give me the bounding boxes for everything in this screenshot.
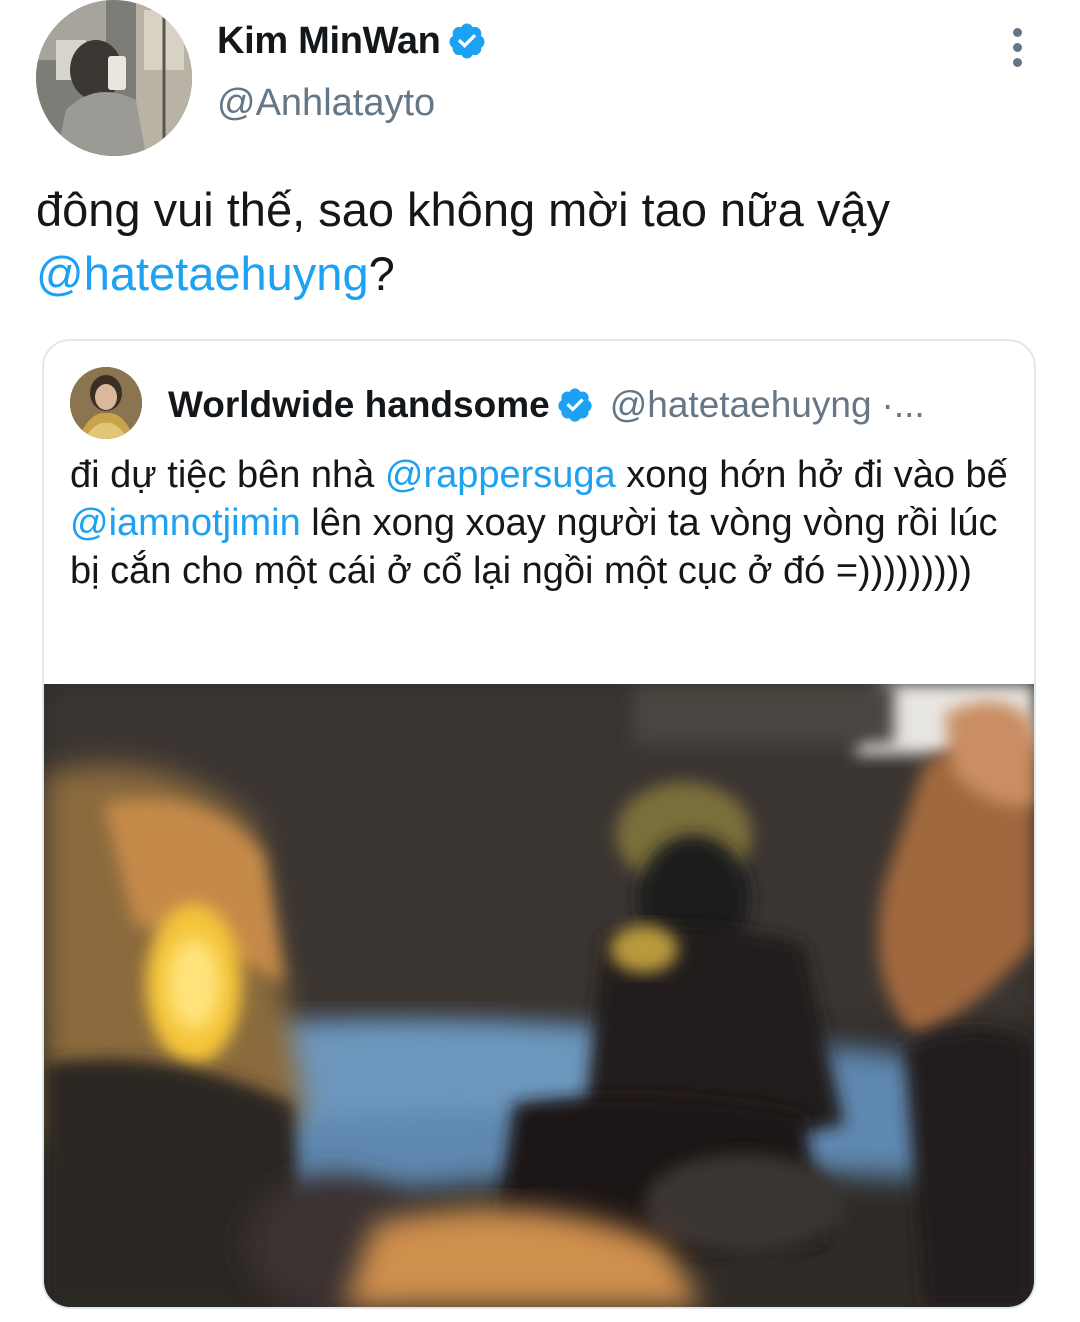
tweet-text-tail: ? bbox=[368, 247, 395, 300]
author-avatar[interactable] bbox=[36, 0, 192, 156]
quoted-author-handle[interactable]: @hatetaehuyng bbox=[610, 384, 872, 426]
verified-badge-icon bbox=[447, 21, 487, 61]
mention-link[interactable]: @iamnotjimin bbox=[70, 502, 301, 544]
tweet-text: đông vui thế, sao không mời tao nữa vậy … bbox=[36, 178, 1046, 306]
verified-badge-icon bbox=[556, 386, 594, 424]
tweet-text-body: đông vui thế, sao không mời tao nữa vậy bbox=[36, 183, 890, 236]
quoted-author-avatar[interactable] bbox=[70, 367, 142, 439]
more-vertical-icon[interactable] bbox=[1002, 28, 1032, 72]
author-handle[interactable]: @Anhlatayto bbox=[217, 82, 435, 125]
quoted-tweet-header: Worldwide handsome @hatetaehuyng · ... bbox=[168, 377, 1018, 433]
quoted-tweet-card[interactable]: Worldwide handsome @hatetaehuyng · ... đ… bbox=[42, 339, 1036, 1309]
author-name-row: Kim MinWan bbox=[217, 16, 487, 66]
mention-link[interactable]: @rappersuga bbox=[385, 454, 616, 496]
header-separator: · bbox=[881, 384, 894, 425]
quoted-tweet-text: đi dự tiệc bên nhà @rappersuga xong hớn … bbox=[70, 451, 1020, 595]
tweet: Kim MinWan @Anhlatayto đông vui thế, sao… bbox=[0, 0, 1080, 1322]
author-display-name[interactable]: Kim MinWan bbox=[217, 20, 441, 63]
quoted-tweet-photo[interactable] bbox=[44, 684, 1034, 1307]
mention-link[interactable]: @hatetaehuyng bbox=[36, 247, 369, 300]
quoted-text-part: xong hớn hở đi vào bế bbox=[615, 454, 1008, 496]
quoted-text-part: đi dự tiệc bên nhà bbox=[70, 454, 385, 496]
quoted-tweet-time: ... bbox=[893, 384, 925, 425]
quoted-author-display-name[interactable]: Worldwide handsome bbox=[168, 384, 550, 426]
